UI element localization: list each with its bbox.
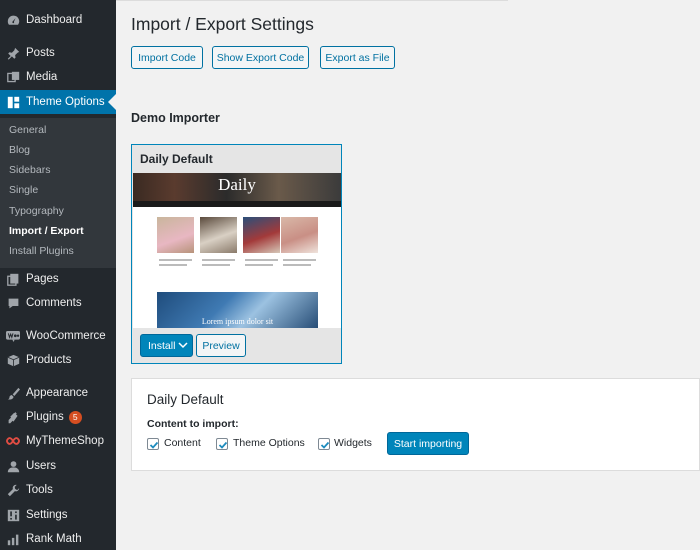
menu-item-plugins[interactable]: Plugins 5 <box>0 405 116 429</box>
demo-card[interactable]: Daily Default Daily Lorem ipsum dolor si… <box>131 144 342 364</box>
menu-item-settings[interactable]: Settings <box>0 503 116 527</box>
menu-label: MyThemeShop <box>26 435 104 447</box>
preview-button[interactable]: Preview <box>196 334 246 357</box>
dashboard-icon <box>0 14 26 27</box>
preview-text-line <box>159 264 187 266</box>
preview-feature-text: Lorem ipsum dolor sit <box>201 317 274 326</box>
submenu-item-single[interactable]: Single <box>9 184 38 196</box>
top-divider <box>116 0 508 1</box>
demo-preview-image: Daily Lorem ipsum dolor sit <box>133 173 341 328</box>
menu-label: Tools <box>26 484 53 496</box>
menu-item-mythemeshop[interactable]: MyThemeShop <box>0 429 116 453</box>
content-checkbox[interactable] <box>147 438 159 450</box>
settings-icon <box>0 509 26 522</box>
menu-item-media[interactable]: Media <box>0 65 116 89</box>
plug-icon <box>0 411 26 424</box>
content-checkbox-label[interactable]: Content <box>164 437 201 449</box>
section-title: Demo Importer <box>131 111 220 125</box>
submenu-item-general[interactable]: General <box>9 124 46 136</box>
menu-label: Plugins <box>26 411 64 423</box>
menu-label: Settings <box>26 509 68 521</box>
submenu-item-sidebars[interactable]: Sidebars <box>9 164 50 176</box>
checkmark-icon <box>149 441 159 449</box>
mts-icon <box>0 435 26 447</box>
submenu-item-typography[interactable]: Typography <box>9 205 64 217</box>
start-importing-button[interactable]: Start importing <box>387 432 469 455</box>
pages-icon <box>0 273 26 286</box>
menu-item-appearance[interactable]: Appearance <box>0 381 116 405</box>
admin-sidebar: Dashboard Posts Media Theme Options Gene… <box>0 0 116 550</box>
box-icon <box>0 354 26 367</box>
preview-text-line <box>283 259 316 261</box>
menu-label: Products <box>26 354 72 366</box>
preview-text-line <box>202 264 230 266</box>
menu-item-dashboard[interactable]: Dashboard <box>0 8 116 32</box>
install-button[interactable]: Install <box>140 334 193 357</box>
submenu-item-blog[interactable]: Blog <box>9 144 30 156</box>
preview-post-thumb <box>157 217 194 253</box>
checkmark-icon <box>218 441 228 449</box>
update-count-badge: 5 <box>68 410 82 424</box>
checkmark-icon <box>320 441 330 449</box>
preview-post-thumb <box>200 217 237 253</box>
preview-nav-bar <box>133 201 341 207</box>
menu-label: Users <box>26 460 57 472</box>
preview-text-line <box>245 259 278 261</box>
menu-label: WooCommerce <box>26 330 106 342</box>
menu-item-comments[interactable]: Comments <box>0 291 116 315</box>
show-export-code-button[interactable]: Show Export Code <box>212 46 309 69</box>
content-to-import-label: Content to import: <box>147 418 239 430</box>
menu-item-posts[interactable]: Posts <box>0 41 116 65</box>
chevron-down-icon[interactable] <box>178 340 188 353</box>
menu-label: Rank Math <box>26 533 82 545</box>
menu-label: Comments <box>26 297 82 309</box>
import-code-button[interactable]: Import Code <box>131 46 203 69</box>
chart-icon <box>0 533 26 546</box>
preview-text-line <box>159 259 192 261</box>
preview-feature-image: Lorem ipsum dolor sit <box>157 292 318 328</box>
preview-post-thumb <box>281 217 318 253</box>
media-icon <box>0 71 26 84</box>
preview-text-line <box>245 264 273 266</box>
menu-item-rank-math[interactable]: Rank Math <box>0 527 116 550</box>
menu-item-pages[interactable]: Pages <box>0 267 116 291</box>
widgets-checkbox-label[interactable]: Widgets <box>334 437 372 449</box>
menu-label: Appearance <box>26 387 89 399</box>
pin-icon <box>0 47 26 60</box>
preview-text-line <box>283 264 311 266</box>
demo-card-title: Daily Default <box>140 152 213 166</box>
preview-logo: Daily <box>218 175 256 194</box>
menu-label: Theme Options <box>26 96 105 108</box>
menu-item-users[interactable]: Users <box>0 454 116 478</box>
export-as-file-button[interactable]: Export as File <box>320 46 395 69</box>
page-title: Import / Export Settings <box>131 14 314 34</box>
menu-item-theme-options[interactable]: Theme Options <box>0 90 116 114</box>
brush-icon <box>0 387 26 400</box>
preview-post-thumb <box>243 217 280 253</box>
menu-label: Pages <box>26 273 59 285</box>
woo-icon <box>0 330 26 342</box>
menu-label: Posts <box>26 47 55 59</box>
submenu-item-install-plugins[interactable]: Install Plugins <box>9 245 74 257</box>
menu-item-tools[interactable]: Tools <box>0 478 116 502</box>
menu-label: Dashboard <box>26 14 83 26</box>
preview-text-line <box>202 259 235 261</box>
grid-icon <box>0 96 26 109</box>
active-indicator <box>108 94 116 110</box>
theme-options-checkbox[interactable] <box>216 438 228 450</box>
submenu-item-import-export[interactable]: Import / Export <box>9 225 84 237</box>
user-icon <box>0 460 26 473</box>
theme-options-checkbox-label[interactable]: Theme Options <box>233 437 305 449</box>
comment-icon <box>0 297 26 310</box>
import-panel-title: Daily Default <box>147 392 224 407</box>
import-panel: Daily Default Content to import: Content… <box>131 378 700 471</box>
menu-label: Media <box>26 71 58 83</box>
menu-item-products[interactable]: Products <box>0 348 116 372</box>
install-label: Install <box>148 339 176 352</box>
theme-options-submenu: General Blog Sidebars Single Typography … <box>0 118 116 268</box>
menu-item-woocommerce[interactable]: WooCommerce <box>0 324 116 348</box>
widgets-checkbox[interactable] <box>318 438 330 450</box>
wrench-icon <box>0 484 26 497</box>
